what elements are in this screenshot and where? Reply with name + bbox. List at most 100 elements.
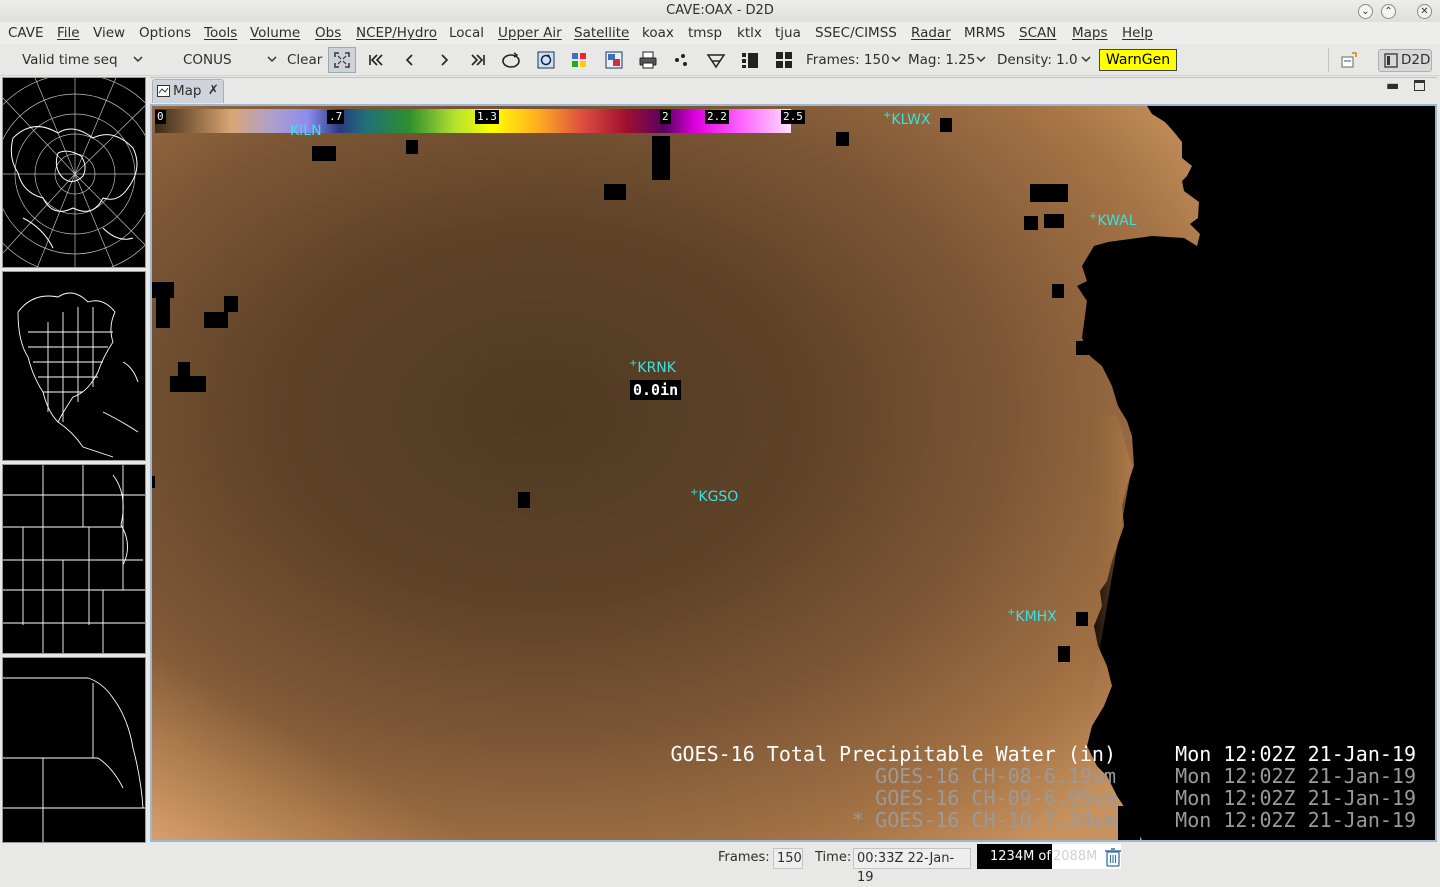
menu-volume[interactable]: Volume — [250, 22, 300, 44]
colorbar: 0 .7 1.3 2 2.2 2.5 — [155, 109, 805, 133]
menu-ktlx[interactable]: ktlx — [737, 22, 762, 44]
menu-local[interactable]: Local — [449, 22, 484, 44]
station-krnk: +KRNK — [629, 358, 676, 376]
station-klwx-label: KLWX — [891, 112, 931, 128]
menu-view[interactable]: View — [93, 22, 125, 44]
print-icon[interactable] — [636, 49, 660, 71]
image-combination-icon[interactable] — [602, 49, 626, 71]
menu-obs[interactable]: Obs — [315, 22, 341, 44]
scale-select[interactable]: CONUS — [183, 44, 232, 76]
d2d-perspective-icon — [1384, 53, 1398, 68]
menu-tjua[interactable]: tjua — [775, 22, 801, 44]
thumbnail-north-america[interactable] — [2, 271, 146, 461]
previous-frame-icon[interactable] — [398, 49, 422, 71]
menu-ssec-cimss[interactable]: SSEC/CIMSS — [815, 22, 897, 44]
menu-upper-air[interactable]: Upper Air — [498, 22, 562, 44]
menu-scan[interactable]: SCAN — [1019, 22, 1056, 44]
station-kgso-label: KGSO — [698, 489, 739, 505]
close-window-icon[interactable]: ✕ — [1417, 4, 1432, 19]
minimize-window-icon[interactable]: ⌄ — [1358, 4, 1373, 19]
four-panel-icon[interactable] — [772, 49, 796, 71]
menu-radar[interactable]: Radar — [911, 22, 951, 44]
legend-time: Mon 12:02Z 21-Jan-19 — [1175, 764, 1416, 788]
loop-icon[interactable] — [499, 49, 523, 71]
legend-row-ch08[interactable]: GOES-16 CH-08-6.19um Mon 12:02Z 21-Jan-1… — [636, 764, 1435, 788]
frames-select[interactable]: Frames: 150 — [806, 44, 890, 76]
warngen-button[interactable]: WarnGen — [1099, 49, 1177, 71]
legend-row-ch10[interactable]: * GOES-16 CH-10-7.34um Mon 12:02Z 21-Jan… — [636, 808, 1435, 832]
minimize-pane-icon[interactable]: ▬ — [1386, 78, 1399, 94]
menu-cave[interactable]: CAVE — [8, 22, 44, 44]
zoom-full-extent-icon[interactable] — [328, 47, 356, 73]
station-kgso: +KGSO — [690, 487, 739, 505]
status-bar: Frames: 150 Time: 00:33Z 22-Jan-19 — [0, 844, 1440, 885]
thumbnail-local[interactable] — [2, 657, 146, 843]
legend-row-tpw[interactable]: GOES-16 Total Precipitable Water (in) Mo… — [636, 742, 1435, 766]
scale-chevron-down-icon[interactable] — [266, 53, 278, 65]
clear-button[interactable]: Clear — [287, 44, 322, 76]
first-frame-icon[interactable] — [364, 49, 388, 71]
menu-tmsp[interactable]: tmsp — [688, 22, 722, 44]
station-kwal-label: KWAL — [1097, 213, 1137, 229]
frames-status-label: Frames: — [718, 850, 770, 865]
legend-product: GOES-16 Total Precipitable Water (in) — [670, 742, 1116, 766]
map-tab-icon — [157, 85, 170, 97]
last-frame-icon[interactable] — [466, 49, 490, 71]
garbage-collect-trash-icon[interactable] — [1104, 847, 1122, 867]
legend-time: Mon 12:02Z 21-Jan-19 — [1175, 808, 1416, 832]
colorbar-label-2: 2 — [660, 110, 671, 124]
thumbnail-north-polar[interactable] — [2, 77, 146, 268]
legend-product: GOES-16 CH-08-6.19um — [875, 764, 1116, 788]
frames-status-value: 150 — [773, 848, 803, 869]
frames-chevron-down-icon[interactable] — [890, 53, 902, 65]
menu-mrms[interactable]: MRMS — [964, 22, 1005, 44]
maximize-pane-icon[interactable] — [1414, 80, 1425, 91]
station-kmhx: +KMHX — [1007, 607, 1057, 625]
colorbar-label-2-5: 2.5 — [781, 110, 805, 124]
legend-product: GOES-16 CH-09-6.95um — [875, 786, 1116, 810]
menu-satellite[interactable]: Satellite — [574, 22, 629, 44]
colorbar-label-2-2: 2.2 — [705, 110, 729, 124]
editor-tab-strip: ▬ — [150, 77, 1437, 104]
tab-close-icon[interactable]: ✗ — [208, 80, 219, 102]
north-polar-map-graphic — [3, 78, 145, 267]
window-title: CAVE:OAX - D2D — [666, 3, 774, 18]
menu-file[interactable]: File — [57, 22, 80, 44]
colorbar-label-0-7: .7 — [327, 110, 345, 124]
menu-tools[interactable]: Tools — [204, 22, 237, 44]
thumbnail-regional[interactable] — [2, 464, 146, 654]
panel-layout-icon[interactable] — [738, 49, 762, 71]
distance-speed-icon[interactable] — [704, 49, 728, 71]
tab-map-label: Map — [173, 83, 202, 99]
station-kmhx-label: KMHX — [1015, 609, 1057, 625]
legend-row-ch09[interactable]: GOES-16 CH-09-6.95um Mon 12:02Z 21-Jan-1… — [636, 786, 1435, 810]
menu-ncep-hydro[interactable]: NCEP/Hydro — [356, 22, 437, 44]
menu-maps[interactable]: Maps — [1072, 22, 1108, 44]
colorbar-label-0: 0 — [155, 110, 166, 124]
density-chevron-down-icon[interactable] — [1080, 53, 1092, 65]
time-mode-chevron-down-icon[interactable] — [132, 53, 144, 65]
time-mode-select[interactable]: Valid time seq — [22, 44, 118, 76]
north-america-map-graphic — [17, 292, 139, 458]
d2d-perspective-button[interactable]: D2D — [1378, 49, 1432, 72]
maximize-window-icon[interactable]: ⌃ — [1381, 4, 1396, 19]
station-krnk-label: KRNK — [637, 360, 676, 376]
sample-points-icon[interactable] — [670, 49, 694, 71]
colorbar-gradient — [155, 109, 791, 133]
next-frame-icon[interactable] — [432, 49, 456, 71]
refresh-image-icon[interactable] — [534, 49, 558, 71]
density-select[interactable]: Density: 1.0 — [997, 44, 1078, 76]
menu-koax[interactable]: koax — [642, 22, 674, 44]
image-properties-icon[interactable] — [567, 49, 591, 71]
colorbar-label-1-3: 1.3 — [475, 110, 499, 124]
magnification-chevron-down-icon[interactable] — [975, 53, 987, 65]
d2d-perspective-label: D2D — [1401, 52, 1431, 68]
map-display[interactable]: 0 .7 1.3 2 2.2 2.5 KILN +KLWX +KWAL +KRN… — [150, 104, 1437, 842]
menu-help[interactable]: Help — [1122, 22, 1153, 44]
station-kiln-label: KILN — [290, 123, 322, 139]
tab-map[interactable]: Map ✗ — [152, 79, 224, 103]
menu-options[interactable]: Options — [139, 22, 191, 44]
magnification-select[interactable]: Mag: 1.25 — [908, 44, 975, 76]
time-status-value: 00:33Z 22-Jan-19 — [853, 848, 971, 885]
open-perspective-icon[interactable] — [1337, 50, 1361, 72]
